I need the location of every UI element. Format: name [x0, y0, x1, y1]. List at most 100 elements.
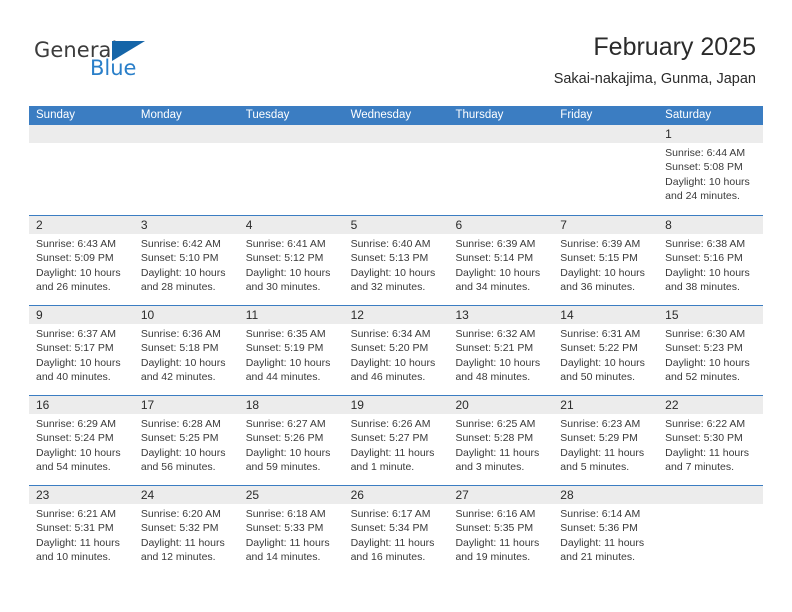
- daylight-text-line1: Daylight: 11 hours: [350, 536, 435, 549]
- sunrise-text: Sunrise: 6:36 AM: [140, 328, 221, 340]
- day-cell[interactable]: 20 Sunrise: 6:25 AM Sunset: 5:28 PM Dayl…: [448, 396, 553, 485]
- day-number: 3: [140, 218, 148, 232]
- sunrise-text: Sunrise: 6:16 AM: [455, 508, 536, 520]
- day-cell[interactable]: 26 Sunrise: 6:17 AM Sunset: 5:34 PM Dayl…: [344, 486, 449, 575]
- day-details: Sunrise: 6:25 AM Sunset: 5:28 PM Dayligh…: [455, 417, 550, 475]
- page-header: General Blue February 2025 Sakai-nakajim…: [0, 0, 792, 87]
- logo-word-blue: Blue: [90, 56, 137, 80]
- day-cell[interactable]: 23 Sunrise: 6:21 AM Sunset: 5:31 PM Dayl…: [29, 486, 134, 575]
- day-cell[interactable]: 27 Sunrise: 6:16 AM Sunset: 5:35 PM Dayl…: [448, 486, 553, 575]
- day-details: Sunrise: 6:42 AM Sunset: 5:10 PM Dayligh…: [141, 237, 236, 295]
- day-cell[interactable]: [239, 125, 344, 215]
- day-number: 4: [245, 218, 253, 232]
- daylight-text-line2: and 54 minutes.: [36, 461, 111, 474]
- day-number: 25: [245, 488, 260, 502]
- day-details: Sunrise: 6:38 AM Sunset: 5:16 PM Dayligh…: [665, 237, 760, 295]
- day-cell[interactable]: 11 Sunrise: 6:35 AM Sunset: 5:19 PM Dayl…: [239, 306, 344, 395]
- day-details: Sunrise: 6:43 AM Sunset: 5:09 PM Dayligh…: [36, 237, 131, 295]
- day-number: 26: [350, 488, 364, 502]
- sunrise-text: Sunrise: 6:14 AM: [560, 508, 641, 520]
- daylight-text-line1: Daylight: 11 hours: [140, 536, 225, 549]
- sunset-text: Sunset: 5:08 PM: [665, 161, 743, 174]
- day-number: 19: [350, 398, 364, 412]
- page-title: February 2025: [593, 33, 756, 61]
- daylight-text-line2: and 5 minutes.: [560, 461, 630, 474]
- day-details: Sunrise: 6:18 AM Sunset: 5:33 PM Dayligh…: [246, 507, 341, 565]
- day-cell[interactable]: 28 Sunrise: 6:14 AM Sunset: 5:36 PM Dayl…: [553, 486, 658, 575]
- day-cell[interactable]: 24 Sunrise: 6:20 AM Sunset: 5:32 PM Dayl…: [134, 486, 239, 575]
- day-cell[interactable]: 1 Sunrise: 6:44 AM Sunset: 5:08 PM Dayli…: [658, 125, 763, 215]
- day-number: 10: [140, 308, 155, 322]
- day-cell[interactable]: 15 Sunrise: 6:30 AM Sunset: 5:23 PM Dayl…: [658, 306, 763, 395]
- daylight-text-line2: and 44 minutes.: [245, 371, 321, 384]
- day-cell[interactable]: 16 Sunrise: 6:29 AM Sunset: 5:24 PM Dayl…: [29, 396, 134, 485]
- daylight-text-line1: Daylight: 10 hours: [140, 446, 226, 459]
- daylight-text-line2: and 1 minute.: [350, 461, 415, 474]
- day-cell[interactable]: [553, 125, 658, 215]
- sunrise-text: Sunrise: 6:25 AM: [455, 418, 536, 430]
- day-details: Sunrise: 6:26 AM Sunset: 5:27 PM Dayligh…: [351, 417, 446, 475]
- day-details: Sunrise: 6:31 AM Sunset: 5:22 PM Dayligh…: [560, 327, 655, 385]
- day-number: 2: [36, 218, 43, 232]
- sunrise-text: Sunrise: 6:31 AM: [560, 328, 641, 340]
- day-details: Sunrise: 6:22 AM Sunset: 5:30 PM Dayligh…: [665, 417, 760, 475]
- day-cell[interactable]: 5 Sunrise: 6:40 AM Sunset: 5:13 PM Dayli…: [344, 216, 449, 305]
- sunrise-text: Sunrise: 6:42 AM: [140, 238, 221, 250]
- day-details: Sunrise: 6:17 AM Sunset: 5:34 PM Dayligh…: [351, 507, 446, 565]
- day-cell[interactable]: 17 Sunrise: 6:28 AM Sunset: 5:25 PM Dayl…: [134, 396, 239, 485]
- day-number: 1: [665, 127, 672, 141]
- day-number: 9: [36, 308, 43, 322]
- day-cell[interactable]: 25 Sunrise: 6:18 AM Sunset: 5:33 PM Dayl…: [239, 486, 344, 575]
- daylight-text-line1: Daylight: 10 hours: [140, 356, 226, 369]
- day-cell[interactable]: 18 Sunrise: 6:27 AM Sunset: 5:26 PM Dayl…: [239, 396, 344, 485]
- day-number: 20: [455, 398, 469, 412]
- daylight-text-line1: Daylight: 11 hours: [665, 446, 750, 459]
- daylight-text-line1: Daylight: 10 hours: [560, 266, 645, 279]
- day-cell[interactable]: [658, 486, 763, 575]
- sunrise-text: Sunrise: 6:32 AM: [455, 328, 536, 340]
- day-number: 23: [36, 488, 50, 502]
- day-details: Sunrise: 6:44 AM Sunset: 5:08 PM Dayligh…: [665, 146, 760, 204]
- sunset-text: Sunset: 5:13 PM: [350, 252, 429, 265]
- day-cell[interactable]: 22 Sunrise: 6:22 AM Sunset: 5:30 PM Dayl…: [658, 396, 763, 485]
- day-cell[interactable]: 8 Sunrise: 6:38 AM Sunset: 5:16 PM Dayli…: [658, 216, 763, 305]
- day-cell[interactable]: 12 Sunrise: 6:34 AM Sunset: 5:20 PM Dayl…: [344, 306, 449, 395]
- day-cell[interactable]: 9 Sunrise: 6:37 AM Sunset: 5:17 PM Dayli…: [29, 306, 134, 395]
- sunrise-text: Sunrise: 6:39 AM: [560, 238, 641, 250]
- sunrise-text: Sunrise: 6:28 AM: [140, 418, 221, 430]
- day-cell[interactable]: 3 Sunrise: 6:42 AM Sunset: 5:10 PM Dayli…: [134, 216, 239, 305]
- day-cell[interactable]: [344, 125, 449, 215]
- day-cell[interactable]: [134, 125, 239, 215]
- day-cell[interactable]: 14 Sunrise: 6:31 AM Sunset: 5:22 PM Dayl…: [553, 306, 658, 395]
- sunrise-text: Sunrise: 6:43 AM: [36, 238, 116, 250]
- day-cell[interactable]: [29, 125, 134, 215]
- day-cell[interactable]: 7 Sunrise: 6:39 AM Sunset: 5:15 PM Dayli…: [553, 216, 658, 305]
- day-cell[interactable]: 2 Sunrise: 6:43 AM Sunset: 5:09 PM Dayli…: [29, 216, 134, 305]
- daylight-text-line1: Daylight: 10 hours: [36, 266, 121, 279]
- day-cell[interactable]: 19 Sunrise: 6:26 AM Sunset: 5:27 PM Dayl…: [344, 396, 449, 485]
- daylight-text-line1: Daylight: 11 hours: [560, 446, 645, 459]
- sunset-text: Sunset: 5:36 PM: [560, 522, 638, 535]
- sunset-text: Sunset: 5:09 PM: [36, 252, 114, 265]
- weekday-header-row: Sunday Monday Tuesday Wednesday Thursday…: [29, 106, 763, 125]
- sunset-text: Sunset: 5:23 PM: [665, 342, 743, 355]
- day-details: Sunrise: 6:29 AM Sunset: 5:24 PM Dayligh…: [36, 417, 131, 475]
- day-cell[interactable]: 6 Sunrise: 6:39 AM Sunset: 5:14 PM Dayli…: [448, 216, 553, 305]
- day-cell[interactable]: 13 Sunrise: 6:32 AM Sunset: 5:21 PM Dayl…: [448, 306, 553, 395]
- sunset-text: Sunset: 5:17 PM: [36, 342, 114, 355]
- sunset-text: Sunset: 5:31 PM: [36, 522, 114, 535]
- day-cell[interactable]: 21 Sunrise: 6:23 AM Sunset: 5:29 PM Dayl…: [553, 396, 658, 485]
- sunset-text: Sunset: 5:16 PM: [665, 252, 743, 265]
- daylight-text-line2: and 50 minutes.: [560, 371, 636, 384]
- day-cell[interactable]: [448, 125, 553, 215]
- sunrise-text: Sunrise: 6:20 AM: [140, 508, 221, 520]
- daylight-text-line2: and 16 minutes.: [350, 551, 426, 564]
- daylight-text-line2: and 34 minutes.: [455, 281, 531, 294]
- day-cell[interactable]: 4 Sunrise: 6:41 AM Sunset: 5:12 PM Dayli…: [239, 216, 344, 305]
- general-blue-logo[interactable]: General Blue: [34, 38, 234, 86]
- day-cell[interactable]: 10 Sunrise: 6:36 AM Sunset: 5:18 PM Dayl…: [134, 306, 239, 395]
- daylight-text-line2: and 19 minutes.: [455, 551, 531, 564]
- day-number: 5: [350, 218, 358, 232]
- daylight-text-line1: Daylight: 11 hours: [455, 446, 540, 459]
- sunrise-text: Sunrise: 6:41 AM: [245, 238, 326, 250]
